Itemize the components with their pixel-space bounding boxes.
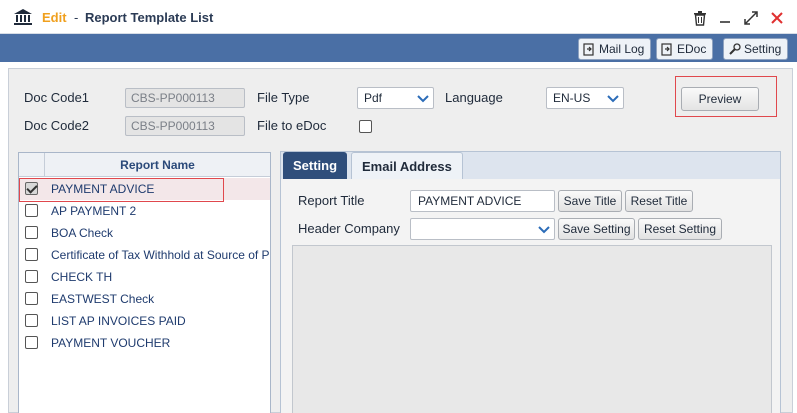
maximize-icon[interactable] [743, 10, 759, 26]
list-item[interactable]: PAYMENT VOUCHER [19, 332, 270, 354]
report-name: Certificate of Tax Withhold at Source of… [51, 248, 269, 262]
mode-label: Edit [42, 10, 67, 25]
chevron-down-icon [417, 95, 429, 103]
report-title-label: Report Title [298, 193, 365, 208]
doc-code1-label: Doc Code1 [24, 90, 90, 105]
language-value: EN-US [553, 91, 591, 105]
preview-button[interactable]: Preview [681, 87, 759, 111]
report-name: EASTWEST Check [51, 292, 155, 306]
tabs-panel: Setting Email Address Report Title PAYME… [280, 151, 781, 413]
row-checkbox[interactable] [25, 226, 38, 239]
title-separator: - [74, 10, 79, 25]
toolbar: Mail Log EDoc Setting [0, 34, 797, 62]
title-bar: Edit - Report Template List [0, 0, 797, 34]
minimize-icon[interactable] [717, 10, 733, 26]
header-company-label: Header Company [298, 221, 400, 236]
trash-icon[interactable] [692, 10, 708, 26]
tab-setting[interactable]: Setting [283, 152, 348, 179]
mail-icon [583, 42, 594, 56]
row-checkbox[interactable] [25, 314, 38, 327]
edoc-label: EDoc [677, 42, 707, 56]
report-name: CHECK TH [51, 270, 113, 284]
document-icon [661, 42, 672, 56]
language-select[interactable]: EN-US [546, 87, 624, 109]
list-item[interactable]: LIST AP INVOICES PAID [19, 310, 270, 332]
list-item[interactable]: Certificate of Tax Withhold at Source of… [19, 244, 270, 266]
file-to-edoc-checkbox[interactable] [359, 120, 372, 133]
edoc-button[interactable]: EDoc [656, 38, 714, 60]
tab-strip: Setting Email Address [281, 152, 780, 179]
file-type-label: File Type [257, 90, 310, 105]
mail-log-label: Mail Log [599, 42, 645, 56]
bank-icon [14, 9, 32, 25]
row-checkbox[interactable] [25, 336, 38, 349]
chevron-down-icon [607, 95, 619, 103]
report-name-header: Report Name [120, 158, 195, 172]
report-list-header: Report Name [19, 153, 270, 177]
file-to-edoc-label: File to eDoc [257, 118, 327, 133]
save-setting-button[interactable]: Save Setting [558, 218, 635, 240]
reset-title-button[interactable]: Reset Title [625, 190, 693, 212]
chevron-down-icon [538, 226, 550, 234]
close-icon[interactable] [769, 10, 785, 26]
setting-content-area [292, 245, 772, 413]
row-checkbox[interactable] [25, 292, 38, 305]
row-checkbox[interactable] [25, 204, 38, 217]
doc-code2-field: CBS-PP000113 [125, 116, 245, 136]
report-title-input[interactable]: PAYMENT ADVICE [410, 190, 555, 212]
report-name: AP PAYMENT 2 [51, 204, 137, 218]
row-checkbox[interactable] [25, 270, 38, 283]
setting-button[interactable]: Setting [723, 38, 789, 60]
wrench-icon [729, 42, 741, 55]
main-panel: Doc Code1 CBS-PP000113 Doc Code2 CBS-PP0… [8, 68, 793, 413]
language-label: Language [445, 90, 503, 105]
report-name: LIST AP INVOICES PAID [51, 314, 186, 328]
header-company-select[interactable] [410, 218, 555, 240]
save-title-button[interactable]: Save Title [558, 190, 622, 212]
header-checkbox-cell [19, 153, 45, 177]
doc-code2-label: Doc Code2 [24, 118, 90, 133]
row-checkbox[interactable] [25, 248, 38, 261]
mail-log-button[interactable]: Mail Log [578, 38, 652, 60]
list-item[interactable]: AP PAYMENT 2 [19, 200, 270, 222]
doc-code1-field: CBS-PP000113 [125, 88, 245, 108]
selected-row-highlight [19, 178, 224, 202]
report-name: PAYMENT VOUCHER [51, 336, 171, 350]
tab-email-address[interactable]: Email Address [351, 152, 463, 179]
reset-setting-button[interactable]: Reset Setting [638, 218, 722, 240]
list-item[interactable]: EASTWEST Check [19, 288, 270, 310]
list-item[interactable]: BOA Check [19, 222, 270, 244]
list-item[interactable]: CHECK TH [19, 266, 270, 288]
file-type-select[interactable]: Pdf [357, 87, 434, 109]
setting-label: Setting [744, 42, 782, 56]
file-type-value: Pdf [364, 91, 383, 105]
report-name: BOA Check [51, 226, 114, 240]
window-title: Report Template List [85, 10, 214, 25]
